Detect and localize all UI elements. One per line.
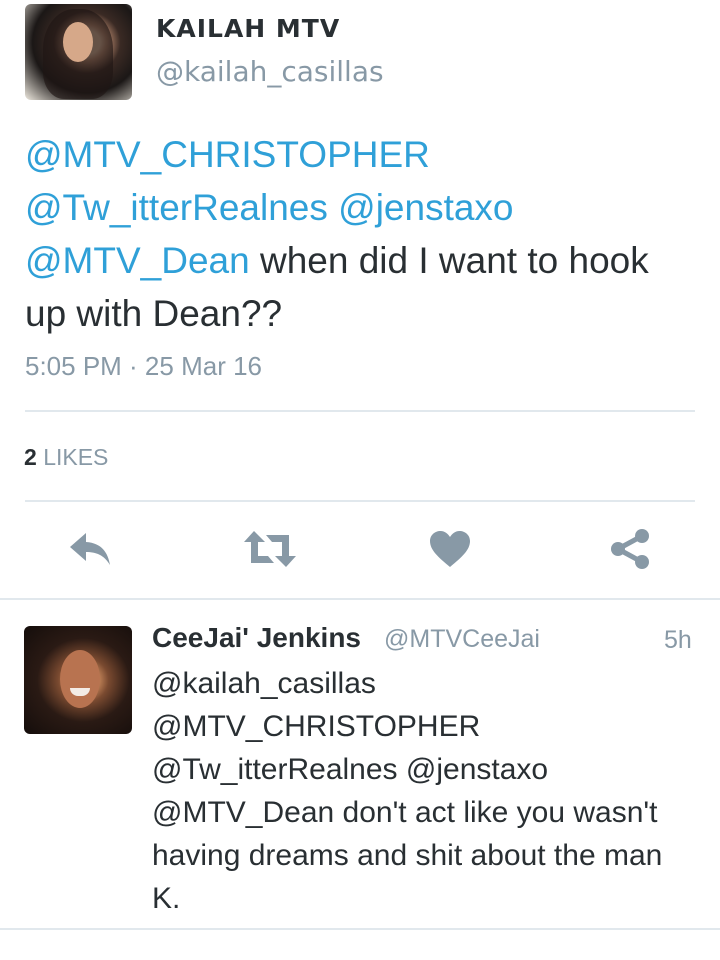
reply-text-line: K. [152, 882, 181, 915]
tweet-text-line: @Tw_itterRealnes @jenstaxo [25, 181, 695, 234]
likes-count[interactable]: 2 LIKES [24, 444, 108, 471]
tweet-text: @MTV_CHRISTOPHER @Tw_itterRealnes @jenst… [25, 128, 695, 340]
author-handle[interactable]: @kailah_casillas [156, 55, 384, 88]
tweet-text-line: up with Dean?? [25, 287, 695, 340]
reply-author-avatar[interactable] [24, 626, 132, 734]
text-segment: up with Dean?? [25, 293, 283, 334]
share-icon [611, 529, 649, 569]
author-display-name[interactable]: KAILAH MTV [156, 14, 340, 43]
mention-link[interactable]: @MTV_Dean [25, 240, 250, 281]
reply-author-handle[interactable]: @MTVCeeJai [384, 625, 540, 654]
share-button[interactable] [602, 521, 658, 577]
reply-text-line: @Tw_itterRealnes @jenstaxo [152, 753, 549, 786]
likes-number: 2 [24, 444, 37, 470]
reply-text-line: @kailah_casillas [152, 667, 376, 700]
retweet-icon [244, 531, 296, 567]
author-avatar[interactable] [25, 4, 132, 100]
mention-link[interactable]: @Tw_itterRealnes [25, 187, 328, 228]
divider [25, 500, 695, 502]
reply-icon [70, 533, 110, 565]
text-segment: when did I want to hook [249, 240, 649, 281]
text-segment [328, 187, 338, 228]
divider [0, 928, 720, 930]
reply-text-line: @MTV_CHRISTOPHER [152, 710, 481, 743]
divider [25, 410, 695, 412]
tweet-text-line: @MTV_CHRISTOPHER [25, 128, 695, 181]
mention-link[interactable]: @MTV_CHRISTOPHER [25, 134, 430, 175]
reply-text-line: having dreams and shit about the man [152, 839, 663, 872]
heart-icon [430, 531, 470, 567]
mention-link[interactable]: @jenstaxo [338, 187, 513, 228]
reply-author-name[interactable]: CeeJai' Jenkins [152, 622, 361, 654]
retweet-button[interactable] [242, 521, 298, 577]
likes-label: LIKES [43, 444, 109, 470]
tweet-text-line: @MTV_Dean when did I want to hook [25, 234, 695, 287]
reply-text: @kailah_casillas @MTV_CHRISTOPHER @Tw_it… [152, 662, 712, 920]
reply-button[interactable] [62, 521, 118, 577]
reply-text-line: @MTV_Dean don't act like you wasn't [152, 796, 658, 829]
like-button[interactable] [422, 521, 478, 577]
tweet-timestamp[interactable]: 5:05 PM · 25 Mar 16 [25, 351, 262, 382]
divider [0, 598, 720, 600]
reply-time: 5h [664, 626, 692, 654]
